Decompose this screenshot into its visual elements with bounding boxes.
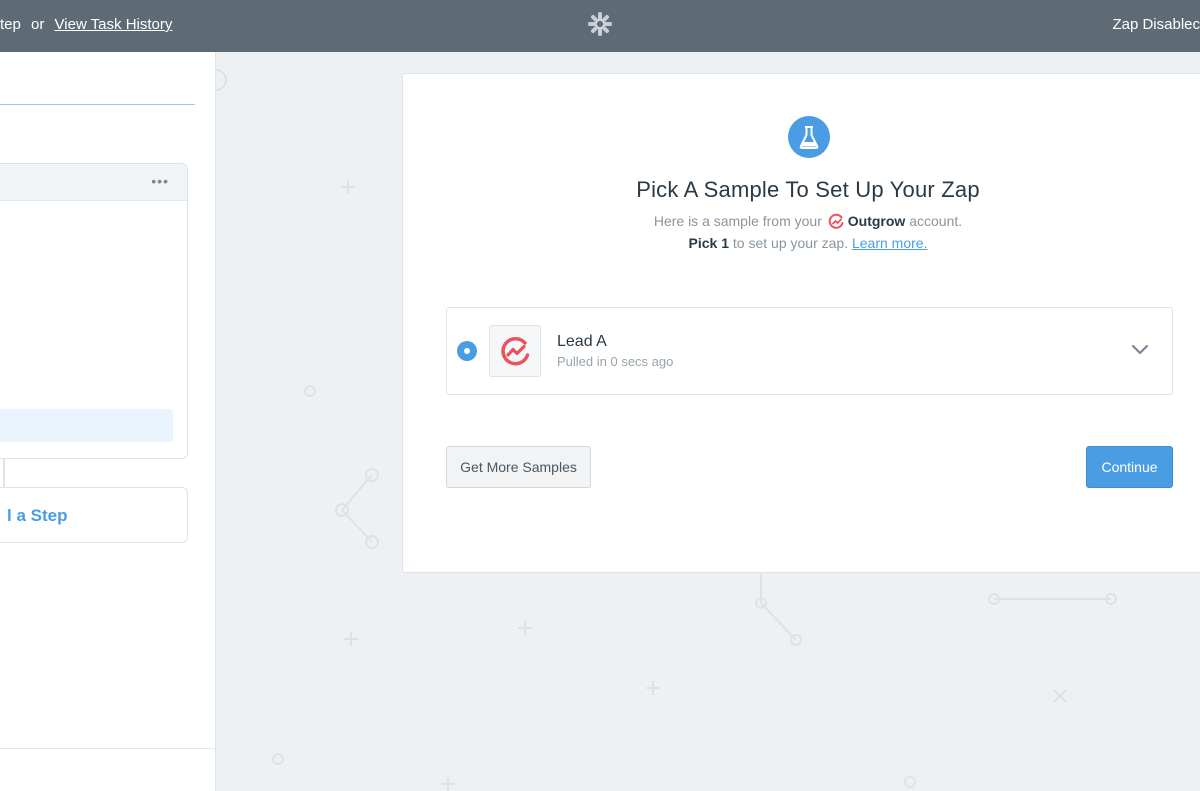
app-name: Outgrow (847, 213, 906, 229)
step-connector (3, 459, 5, 487)
sample-option[interactable]: Lead A Pulled in 0 secs ago (446, 307, 1173, 395)
radio-selected-icon[interactable] (457, 341, 477, 361)
zap-status[interactable]: Zap Disablec (1112, 16, 1200, 33)
chevron-down-icon[interactable] (1130, 342, 1150, 356)
subtitle-suffix: account. (909, 213, 963, 229)
step-label-fragment: tep (0, 16, 21, 33)
pick-instructions-text: to set up your zap. (732, 235, 849, 251)
sidebar: ••• l a Step (0, 52, 216, 791)
flask-icon (788, 116, 830, 158)
step-card[interactable]: ••• (0, 163, 188, 459)
sidebar-divider (0, 748, 216, 749)
sample-picker-card: Pick A Sample To Set Up Your Zap Here is… (402, 73, 1200, 573)
learn-more-link[interactable]: Learn more. (852, 235, 927, 251)
or-text: or (31, 16, 45, 33)
get-more-samples-button[interactable]: Get More Samples (446, 446, 591, 488)
page-title: Pick A Sample To Set Up Your Zap (636, 177, 980, 202)
pick-count: Pick 1 (688, 235, 730, 251)
outgrow-logo-icon (828, 213, 844, 229)
outgrow-logo-icon (489, 325, 541, 377)
sample-name: Lead A (557, 333, 607, 350)
sample-pulled-time: Pulled in 0 secs ago (557, 354, 674, 369)
more-dots-icon[interactable]: ••• (151, 173, 169, 189)
top-bar: tep or View Task History Zap Disablec (0, 0, 1200, 52)
zap-name-underline (0, 104, 195, 105)
add-step-label: l a Step (7, 506, 68, 525)
selected-substep-row[interactable] (0, 409, 173, 442)
step-card-header: ••• (0, 164, 187, 201)
subtitle-prefix: Here is a sample from your (653, 213, 822, 229)
pick-instructions: Pick 1 to set up your zap. Learn more. (403, 235, 1200, 251)
continue-button[interactable]: Continue (1086, 446, 1173, 488)
add-step-button[interactable]: l a Step (0, 487, 188, 543)
sample-source-description: Here is a sample from your Outgrow accou… (403, 213, 1200, 230)
editor-breadcrumb: tep or View Task History (0, 16, 172, 33)
zapier-logo-icon[interactable] (588, 12, 612, 36)
task-history-link[interactable]: View Task History (55, 16, 173, 33)
